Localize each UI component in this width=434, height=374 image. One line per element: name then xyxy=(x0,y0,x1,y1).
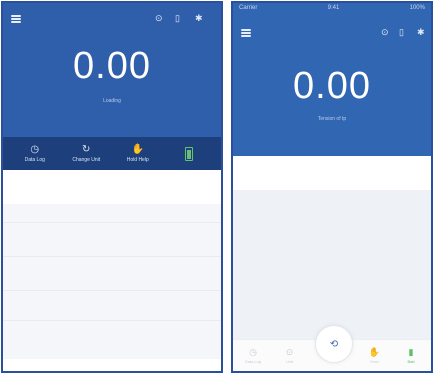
device-icon[interactable]: ▯ xyxy=(399,27,404,37)
hold-label: Hold Help xyxy=(126,157,149,163)
clock-icon: ◷ xyxy=(30,144,40,155)
status-carrier: Carrier xyxy=(239,5,258,11)
reading-sublabel: Tension of tp xyxy=(317,116,347,122)
menu-icon[interactable] xyxy=(11,15,21,23)
battery-icon xyxy=(185,146,194,161)
content-header-strip xyxy=(233,156,431,190)
content-area xyxy=(3,170,221,359)
toolbar: ◷ Data Log ↻ Change Unit ✋ Hold Help xyxy=(3,137,221,170)
measure-icon: ⟲ xyxy=(329,338,339,350)
measure-fab-button[interactable]: ⟲ xyxy=(315,325,353,363)
list-divider xyxy=(3,222,221,223)
nav-battery-label: Batt xyxy=(407,359,415,364)
nav-hold-label: Hold xyxy=(370,359,379,364)
history-icon[interactable]: ⊙ xyxy=(381,27,389,37)
list-divider xyxy=(3,320,221,321)
list-divider xyxy=(3,256,221,257)
bluetooth-icon[interactable]: ✱ xyxy=(195,13,203,23)
nav-battery[interactable]: ▮ Batt xyxy=(397,347,425,364)
header: Carrier 9:41 100% ⊙ ▯ ✱ 0.00 Tension of … xyxy=(233,3,431,156)
data-log-label: Data Log xyxy=(24,157,45,163)
battery-icon: ▮ xyxy=(408,347,414,357)
hand-icon: ✋ xyxy=(131,144,144,155)
unit-icon: ↻ xyxy=(82,144,91,155)
nav-data-log-label: Data Log xyxy=(244,359,262,364)
data-log-button[interactable]: ◷ Data Log xyxy=(14,144,56,163)
clock-icon: ◷ xyxy=(249,347,257,357)
reading-sublabel: Loading xyxy=(103,98,121,104)
left-phone-screen: ⊙ ▯ ✱ 0.00 Loading ◷ Data Log ↻ Change U… xyxy=(1,1,223,373)
status-time: 9:41 xyxy=(327,5,340,11)
header: ⊙ ▯ ✱ 0.00 Loading xyxy=(3,3,221,137)
right-phone-screen: Carrier 9:41 100% ⊙ ▯ ✱ 0.00 Tension of … xyxy=(231,1,433,373)
change-unit-button[interactable]: ↻ Change Unit xyxy=(65,144,107,163)
nav-data-log[interactable]: ◷ Data Log xyxy=(239,347,267,364)
battery-button[interactable] xyxy=(168,146,210,161)
content-header-strip xyxy=(3,170,221,204)
menu-icon[interactable] xyxy=(241,29,251,37)
hold-button[interactable]: ✋ Hold Help xyxy=(117,144,159,163)
list-divider xyxy=(3,290,221,291)
change-unit-label: Change Unit xyxy=(72,157,101,163)
bluetooth-icon[interactable]: ✱ xyxy=(417,27,425,37)
hand-icon: ✋ xyxy=(368,347,381,357)
content-area xyxy=(233,190,431,343)
status-bar: Carrier 9:41 100% xyxy=(233,3,431,15)
history-icon[interactable]: ⊙ xyxy=(155,13,163,23)
unit-icon: ⊙ xyxy=(285,347,294,357)
reading-value: 0.00 xyxy=(73,45,151,87)
status-battery: 100% xyxy=(409,5,425,11)
nav-hold[interactable]: ✋ Hold xyxy=(361,347,389,364)
reading-value: 0.00 xyxy=(293,65,371,107)
nav-unit[interactable]: ⊙ Unit xyxy=(276,347,304,364)
device-icon[interactable]: ▯ xyxy=(175,13,180,23)
nav-unit-label: Unit xyxy=(285,359,294,364)
